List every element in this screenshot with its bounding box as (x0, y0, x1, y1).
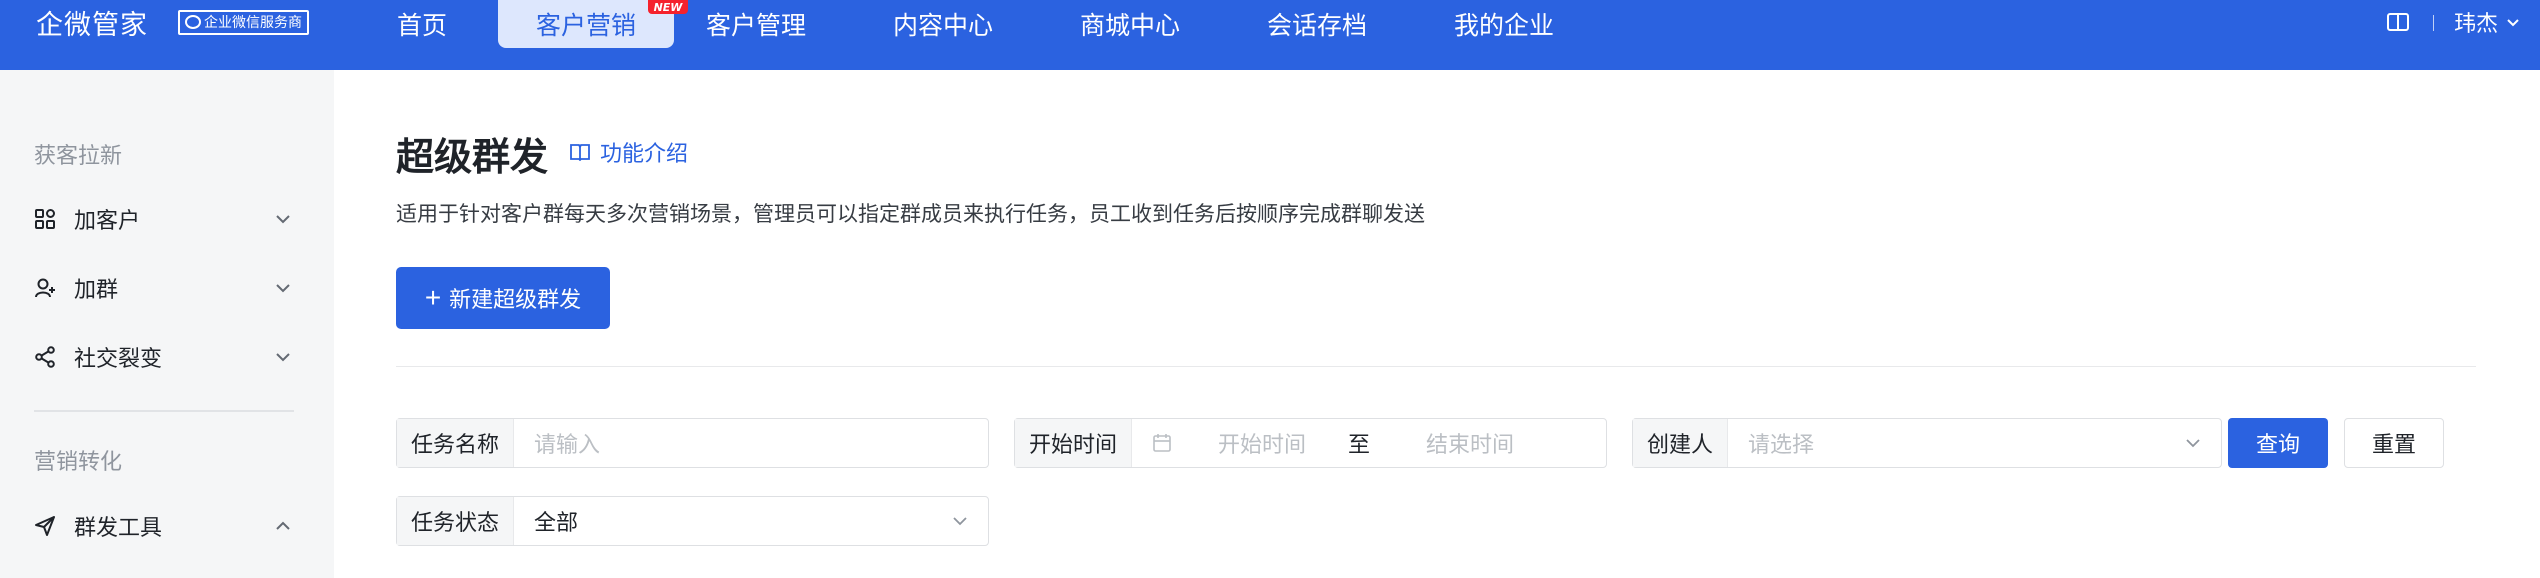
chevron-down-icon (276, 215, 290, 224)
create-super-broadcast-button[interactable]: + 新建超级群发 (396, 267, 610, 329)
nav-chat-archive[interactable]: 会话存档 (1265, 0, 1369, 48)
task-name-input[interactable]: 请输入 (514, 419, 988, 467)
chevron-up-icon (276, 521, 290, 530)
page-description: 适用于针对客户群每天多次营销场景，管理员可以指定群成员来执行任务，员工收到任务后… (396, 202, 1425, 226)
sidebar-item-social-fission[interactable]: 社交裂变 (0, 332, 334, 382)
start-time-placeholder[interactable]: 开始时间 (1218, 427, 1306, 459)
brand-badge: 企业微信服务商 (178, 9, 309, 35)
feature-intro-label: 功能介绍 (600, 142, 689, 167)
nav-mall-center-label: 商城中心 (1079, 11, 1180, 40)
date-range-picker[interactable]: 开始时间 至 结束时间 (1132, 419, 1606, 467)
task-status-filter: 任务状态 全部 (396, 496, 989, 546)
start-time-label: 开始时间 (1015, 419, 1133, 467)
nav-customer-management[interactable]: 客户管理 (704, 0, 808, 48)
book-icon[interactable] (2386, 12, 2410, 32)
sidebar-item-add-group[interactable]: 加群 (0, 263, 334, 313)
creator-placeholder: 请选择 (1748, 433, 1815, 458)
feature-intro-link[interactable]: 功能介绍 (570, 138, 689, 167)
nav-content-center[interactable]: 内容中心 (891, 0, 995, 48)
send-icon (35, 516, 55, 536)
creator-select[interactable]: 请选择 (1728, 419, 2221, 467)
sidebar-item-label: 社交裂变 (74, 347, 163, 372)
main-nav: 首页 客户营销 客户管理 内容中心 商城中心 会话存档 我的企业 (396, 0, 1556, 48)
chat-bubble-icon (185, 15, 201, 29)
nav-chat-archive-label: 会话存档 (1266, 11, 1367, 40)
nav-home-label: 首页 (396, 11, 447, 40)
sidebar-item-label: 加群 (74, 278, 119, 303)
chevron-down-icon[interactable] (2505, 14, 2521, 30)
chevron-down-icon (953, 517, 967, 526)
user-name[interactable]: 玮杰 (2454, 6, 2498, 38)
page-title: 超级群发 (396, 135, 549, 179)
sidebar-group-acquire: 获客拉新 (34, 144, 123, 169)
chevron-down-icon (276, 284, 290, 293)
task-status-select[interactable]: 全部 (514, 497, 988, 545)
brand-name: 企微管家 (36, 9, 148, 41)
creator-filter: 创建人 请选择 (1632, 418, 2222, 468)
user-add-icon (35, 278, 55, 298)
sidebar-item-label: 群发工具 (74, 516, 163, 541)
create-button-label: 新建超级群发 (449, 287, 582, 312)
nav-my-enterprise[interactable]: 我的企业 (1452, 0, 1556, 48)
header-divider (2433, 15, 2434, 31)
calendar-icon (1153, 434, 1171, 452)
creator-label: 创建人 (1633, 419, 1729, 467)
share-icon (35, 346, 55, 368)
time-range-filter: 开始时间 开始时间 至 结束时间 (1014, 418, 1607, 468)
sidebar-item-label: 加客户 (74, 209, 141, 234)
chevron-down-icon (2186, 439, 2200, 448)
sidebar: 获客拉新 加客户 加群 社交裂变 营销转化 群发工具 (0, 70, 334, 578)
end-time-placeholder[interactable]: 结束时间 (1426, 427, 1514, 459)
new-badge: NEW (648, 0, 688, 14)
brand[interactable]: 企微管家 企业微信服务商 (36, 0, 309, 44)
sidebar-divider (34, 410, 294, 412)
sidebar-item-broadcast-tools[interactable]: 群发工具 (0, 501, 334, 551)
brand-badge-text: 企业微信服务商 (204, 15, 302, 31)
apps-icon (35, 209, 55, 229)
chevron-down-icon (276, 353, 290, 362)
sidebar-group-convert: 营销转化 (34, 450, 123, 475)
section-divider (396, 366, 2476, 367)
task-status-label: 任务状态 (397, 497, 515, 545)
nav-home[interactable]: 首页 (396, 0, 448, 48)
sidebar-item-add-customer[interactable]: 加客户 (0, 194, 334, 244)
nav-content-center-label: 内容中心 (892, 11, 993, 40)
task-name-label: 任务名称 (397, 419, 515, 467)
query-button[interactable]: 查询 (2228, 418, 2328, 468)
reset-button[interactable]: 重置 (2344, 418, 2444, 468)
nav-customer-management-label: 客户管理 (705, 11, 806, 40)
task-name-placeholder: 请输入 (534, 433, 601, 458)
task-status-value: 全部 (534, 511, 579, 536)
book-open-icon (570, 144, 590, 161)
task-name-filter: 任务名称 请输入 (396, 418, 989, 468)
top-navigation-bar: 企微管家 企业微信服务商 首页 客户营销 客户管理 内容中心 商城中心 会话存档… (0, 0, 2540, 70)
nav-mall-center[interactable]: 商城中心 (1078, 0, 1182, 48)
nav-customer-marketing-label: 客户营销 (535, 11, 636, 40)
nav-my-enterprise-label: 我的企业 (1453, 11, 1554, 40)
range-separator: 至 (1348, 433, 1371, 458)
plus-icon: + (424, 282, 442, 313)
